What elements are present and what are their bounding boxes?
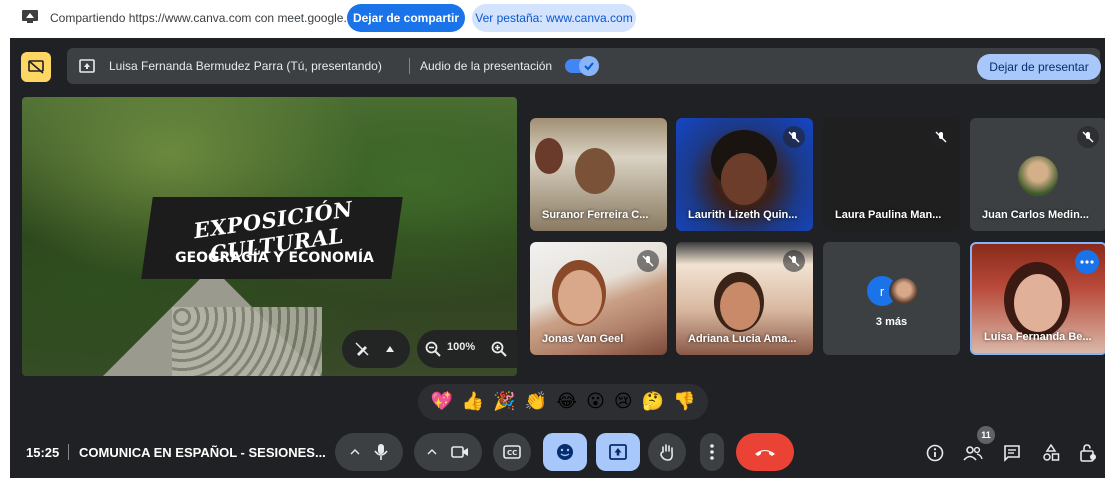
- captions-button[interactable]: CC: [493, 433, 531, 471]
- participant-name: Jonas Van Geel: [542, 333, 624, 345]
- present-screen-button[interactable]: [596, 433, 640, 471]
- participant-video: [721, 153, 767, 205]
- participant-tile-self[interactable]: Luisa Fernanda Be...: [970, 242, 1105, 355]
- zoom-controls: 100%: [417, 330, 517, 368]
- camera-icon[interactable]: [451, 445, 469, 459]
- more-options-button[interactable]: [700, 433, 724, 471]
- reaction-thumbs-up[interactable]: 👍: [462, 393, 484, 411]
- participant-tile[interactable]: Jonas Van Geel: [530, 242, 667, 355]
- presentation-slide: EXPOSICIÓN CULTURAL GEOGRAGÍA Y ECONOMÍA…: [22, 97, 517, 376]
- bottom-toolbar: 15:25 COMUNICA EN ESPAÑOL - SESIONES... …: [10, 426, 1105, 478]
- participant-name: Laura Paulina Man...: [835, 209, 942, 221]
- reaction-thumbs-down[interactable]: 👎: [673, 393, 695, 411]
- mic-off-icon: [1077, 126, 1099, 148]
- presenter-name: Luisa Fernanda Bermudez Parra (Tú, prese…: [109, 59, 382, 73]
- people-icon[interactable]: [961, 441, 985, 465]
- participant-video: [535, 138, 563, 174]
- presenting-icon[interactable]: [21, 52, 51, 82]
- meeting-name: COMUNICA EN ESPAÑOL - SESIONES...: [79, 445, 326, 460]
- annotate-button[interactable]: [342, 330, 410, 368]
- more-participants-label: 3 más: [875, 316, 908, 328]
- more-participants-tile[interactable]: r 3 más: [823, 242, 960, 355]
- meet-window: Luisa Fernanda Bermudez Parra (Tú, prese…: [10, 38, 1105, 478]
- more-options-icon[interactable]: [1075, 250, 1099, 274]
- participant-tile[interactable]: Juan Carlos Medin...: [970, 118, 1105, 231]
- participant-name: Suranor Ferreira C...: [542, 209, 649, 221]
- participant-tile[interactable]: Suranor Ferreira C...: [530, 118, 667, 231]
- more-vert-icon: [710, 444, 714, 460]
- svg-text:CC: CC: [507, 449, 517, 457]
- camera-control[interactable]: [414, 433, 482, 471]
- divider: [409, 58, 410, 74]
- reaction-heart[interactable]: 💖: [430, 393, 452, 411]
- host-controls-icon[interactable]: [1076, 441, 1100, 465]
- chevron-up-icon[interactable]: [350, 449, 360, 455]
- presentation-bar: Luisa Fernanda Bermudez Parra (Tú, prese…: [10, 48, 1105, 84]
- reaction-party[interactable]: 🎉: [493, 393, 515, 411]
- zoom-out-icon[interactable]: [425, 341, 441, 357]
- participant-video: [575, 148, 615, 194]
- pen-off-icon: [355, 342, 369, 356]
- caret-up-icon: [386, 346, 394, 352]
- meeting-info-icon[interactable]: [923, 441, 947, 465]
- meeting-time: 15:25: [26, 445, 60, 460]
- slide-stone-path: [172, 307, 322, 376]
- screen-share-bar: Compartiendo https://www.canva.com con m…: [0, 0, 1105, 36]
- mic-off-icon: [783, 250, 805, 272]
- microphone-control[interactable]: [335, 433, 403, 471]
- view-tab-button[interactable]: Ver pestaña: www.canva.com: [472, 4, 636, 32]
- microphone-icon[interactable]: [374, 443, 388, 461]
- participant-name: Juan Carlos Medin...: [982, 209, 1089, 221]
- mic-off-icon: [783, 126, 805, 148]
- avatar: [1018, 156, 1058, 196]
- sharing-status-text: Compartiendo https://www.canva.com con m…: [50, 11, 370, 25]
- reactions-bar: 💖 👍 🎉 👏 😂 😮 😢 🤔 👎: [418, 384, 708, 420]
- reaction-sad[interactable]: 😢: [614, 393, 633, 411]
- chevron-up-icon[interactable]: [427, 449, 437, 455]
- participant-name: Adriana Lucia Ama...: [688, 333, 797, 345]
- reaction-clap[interactable]: 👏: [525, 393, 547, 411]
- leave-call-button[interactable]: [736, 433, 794, 471]
- participant-video: [1014, 274, 1062, 332]
- zoom-in-icon[interactable]: [491, 341, 507, 357]
- participant-tile[interactable]: Laurith Lizeth Quin...: [676, 118, 813, 231]
- present-screen-icon: [79, 59, 95, 73]
- avatar: [889, 276, 919, 306]
- reaction-thinking[interactable]: 🤔: [642, 393, 664, 411]
- screen-off-icon: [28, 60, 44, 74]
- reaction-surprised[interactable]: 😮: [586, 393, 605, 411]
- emoji-reactions-button[interactable]: [543, 433, 587, 471]
- participant-tile[interactable]: Laura Paulina Man...: [823, 118, 960, 231]
- slide-subtitle: GEOGRAGÍA Y ECONOMÍA: [175, 250, 374, 266]
- divider: [68, 444, 69, 460]
- zoom-level: 100%: [447, 341, 476, 353]
- stop-sharing-button[interactable]: Dejar de compartir: [347, 4, 465, 32]
- participant-video: [558, 270, 602, 324]
- participant-name: Laurith Lizeth Quin...: [688, 209, 798, 221]
- check-icon: [579, 56, 599, 76]
- smiley-icon: [557, 444, 573, 460]
- reaction-laugh[interactable]: 😂: [556, 393, 577, 411]
- hang-up-icon: [755, 450, 775, 456]
- captions-icon: CC: [503, 445, 521, 459]
- screen-share-icon: [22, 10, 38, 23]
- presenting-info: Luisa Fernanda Bermudez Parra (Tú, prese…: [67, 48, 1101, 84]
- presentation-audio-label: Audio de la presentación: [420, 59, 553, 73]
- presentation-audio-toggle[interactable]: [565, 56, 599, 76]
- raise-hand-button[interactable]: [648, 433, 686, 471]
- mic-off-icon: [930, 126, 952, 148]
- present-screen-icon: [609, 444, 627, 460]
- hand-icon: [660, 444, 673, 461]
- participant-video: [720, 282, 760, 330]
- mic-off-icon: [637, 250, 659, 272]
- participant-name: Luisa Fernanda Be...: [984, 331, 1092, 343]
- participant-tile[interactable]: Adriana Lucia Ama...: [676, 242, 813, 355]
- stop-presenting-button[interactable]: Dejar de presentar: [977, 54, 1101, 80]
- activities-icon[interactable]: [1039, 441, 1063, 465]
- chat-icon[interactable]: [1000, 441, 1024, 465]
